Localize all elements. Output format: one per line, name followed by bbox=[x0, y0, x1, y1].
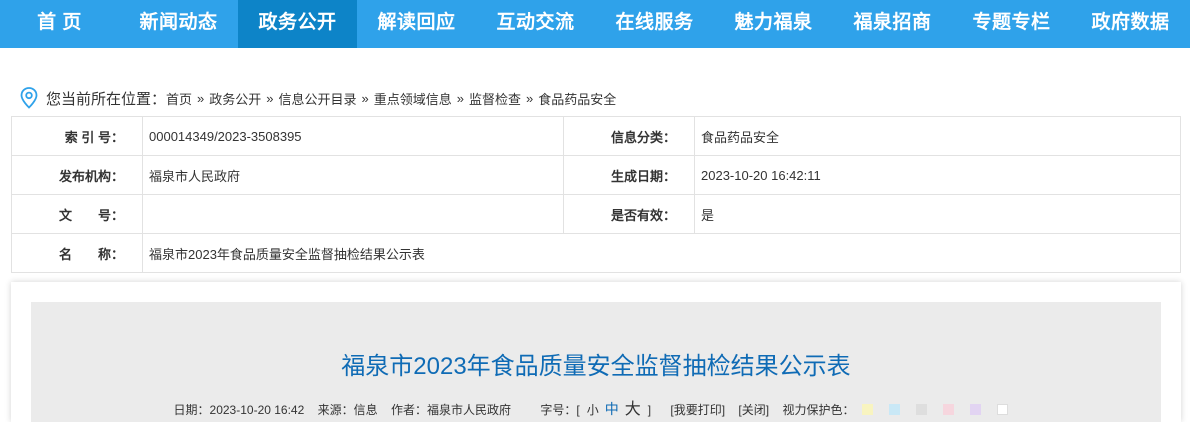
name-value: 福泉市2023年食品质量安全监督抽检结果公示表 bbox=[142, 233, 1181, 273]
article-title: 福泉市2023年食品质量安全监督抽检结果公示表 bbox=[341, 353, 851, 380]
crumb-catalog[interactable]: 信息公开目录 bbox=[279, 89, 357, 108]
publisher-label: 发布机构： bbox=[11, 155, 143, 195]
fontsize-label: 字号：[ bbox=[540, 403, 580, 417]
fontsize-medium-button[interactable]: 中 bbox=[605, 401, 619, 417]
valid-label: 是否有效： bbox=[563, 194, 695, 234]
table-row: 名 称： 福泉市2023年食品质量安全监督抽检结果公示表 bbox=[11, 233, 1181, 273]
index-label: 索 引 号： bbox=[11, 116, 143, 156]
fontsize-small-button[interactable]: 小 bbox=[587, 403, 599, 417]
date-value: 2023-10-20 16:42:11 bbox=[694, 155, 1181, 195]
location-prefix: 您当前所在位置： bbox=[46, 90, 167, 108]
crumb-separator: » bbox=[361, 90, 369, 106]
category-value: 食品药品安全 bbox=[694, 116, 1181, 156]
table-row: 发布机构： 福泉市人民政府 生成日期： 2023-10-20 16:42:11 bbox=[11, 155, 1181, 195]
nav-interpretation[interactable]: 解读回应 bbox=[357, 0, 476, 48]
docno-value bbox=[142, 194, 564, 234]
fontsize-end: ] bbox=[647, 403, 652, 417]
top-navigation: 首 页 新闻动态 政务公开 解读回应 互动交流 在线服务 魅力福泉 福泉招商 专… bbox=[0, 0, 1190, 48]
valid-value: 是 bbox=[694, 194, 1181, 234]
docno-label: 文 号： bbox=[11, 194, 143, 234]
category-label: 信息分类： bbox=[563, 116, 695, 156]
nav-home[interactable]: 首 页 bbox=[0, 0, 119, 48]
nav-topics[interactable]: 专题专栏 bbox=[952, 0, 1071, 48]
article-meta-bar: 日期：2023-10-20 16:42 来源：信息 作者：福泉市人民政府 字号：… bbox=[31, 395, 1161, 419]
nav-gov-open[interactable]: 政务公开 bbox=[238, 0, 357, 48]
article-source: 来源：信息 bbox=[317, 403, 378, 417]
table-row: 索 引 号： 000014349/2023-3508395 信息分类： 食品药品… bbox=[11, 116, 1181, 156]
crumb-food-drug[interactable]: 食品药品安全 bbox=[538, 89, 616, 108]
nav-news[interactable]: 新闻动态 bbox=[119, 0, 238, 48]
crumb-gov-open[interactable]: 政务公开 bbox=[209, 89, 261, 108]
nav-gov-data[interactable]: 政府数据 bbox=[1071, 0, 1190, 48]
nav-online-service[interactable]: 在线服务 bbox=[595, 0, 714, 48]
info-meta-table: 索 引 号： 000014349/2023-3508395 信息分类： 食品药品… bbox=[11, 116, 1181, 273]
nav-interaction[interactable]: 互动交流 bbox=[476, 0, 595, 48]
nav-charm[interactable]: 魅力福泉 bbox=[714, 0, 833, 48]
print-button[interactable]: [我要打印] bbox=[670, 403, 725, 417]
article-header: 福泉市2023年食品质量安全监督抽检结果公示表 日期：2023-10-20 16… bbox=[31, 302, 1161, 422]
date-label: 生成日期： bbox=[563, 155, 695, 195]
crumb-separator: » bbox=[526, 90, 534, 106]
publisher-value: 福泉市人民政府 bbox=[142, 155, 564, 195]
eye-protect-label: 视力保护色： bbox=[782, 403, 855, 417]
crumb-home[interactable]: 首页 bbox=[166, 89, 192, 108]
name-label: 名 称： bbox=[11, 233, 143, 273]
article-date: 日期：2023-10-20 16:42 bbox=[173, 403, 305, 417]
crumb-key-areas[interactable]: 重点领域信息 bbox=[374, 89, 452, 108]
table-row: 文 号： 是否有效： 是 bbox=[11, 194, 1181, 234]
article-author: 作者：福泉市人民政府 bbox=[390, 403, 511, 417]
crumb-separator: » bbox=[266, 90, 274, 106]
crumb-separator: » bbox=[456, 90, 465, 106]
crumb-separator: » bbox=[197, 90, 205, 106]
crumb-supervision[interactable]: 监督检查 bbox=[469, 89, 521, 108]
article-frame: 福泉市2023年食品质量安全监督抽检结果公示表 日期：2023-10-20 16… bbox=[11, 282, 1181, 422]
close-button[interactable]: [关闭] bbox=[738, 403, 769, 417]
nav-investment[interactable]: 福泉招商 bbox=[833, 0, 952, 48]
index-value: 000014349/2023-3508395 bbox=[142, 116, 564, 156]
location-pin-icon bbox=[20, 87, 38, 109]
